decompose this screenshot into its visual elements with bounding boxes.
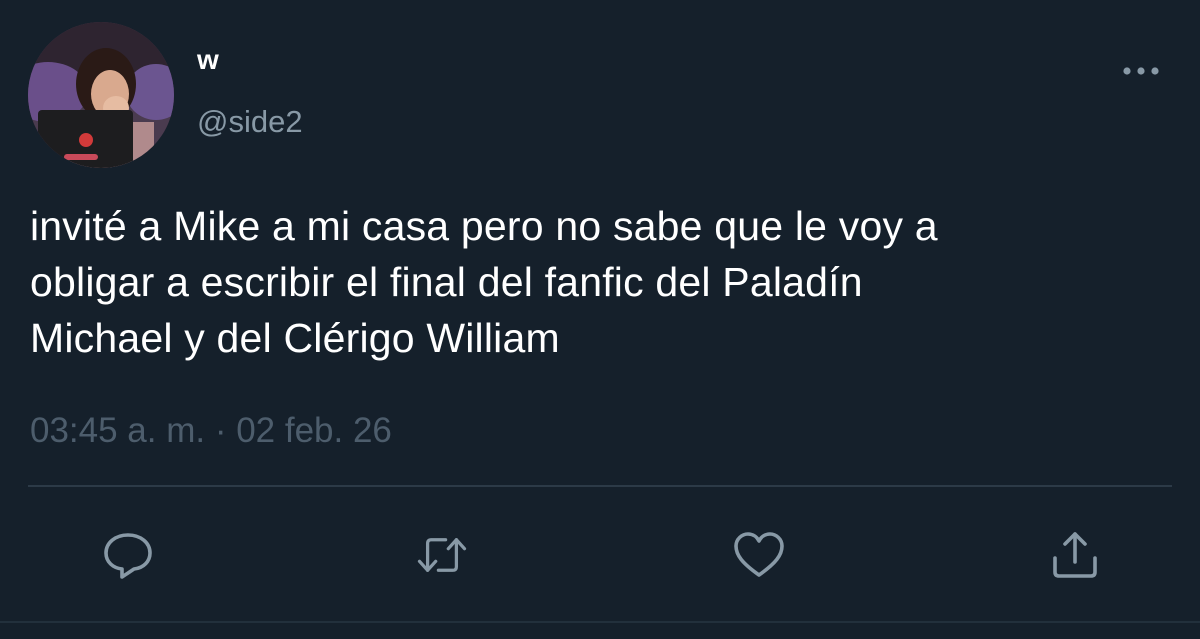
share-button[interactable] (1048, 528, 1102, 582)
like-button[interactable] (732, 528, 786, 582)
share-icon (1053, 532, 1097, 578)
heart-icon (734, 532, 784, 577)
retweet-icon (417, 538, 467, 572)
display-name[interactable]: w (197, 44, 219, 76)
tweet-text: invité a Mike a mi casa pero no sabe que… (30, 198, 1180, 366)
more-options-button[interactable] (1118, 56, 1164, 86)
avatar-image (28, 22, 174, 168)
tweet-timestamp[interactable]: 03:45 a. m. · 02 feb. 26 (30, 410, 392, 452)
divider (28, 485, 1172, 487)
user-handle[interactable]: @side2 (197, 104, 303, 140)
more-options-icon (1123, 67, 1159, 75)
tweet-card: w @side2 invité a Mike a mi casa pero no… (0, 0, 1200, 639)
reply-button[interactable] (101, 528, 155, 582)
tweet-text-line: Michael y del Clérigo William (30, 315, 560, 361)
avatar[interactable] (28, 22, 174, 168)
retweet-button[interactable] (415, 528, 469, 582)
tweet-text-line: obligar a escribir el final del fanfic d… (30, 259, 863, 305)
tweet-text-line: invité a Mike a mi casa pero no sabe que… (30, 203, 938, 249)
divider (0, 621, 1200, 623)
reply-icon (104, 533, 152, 579)
